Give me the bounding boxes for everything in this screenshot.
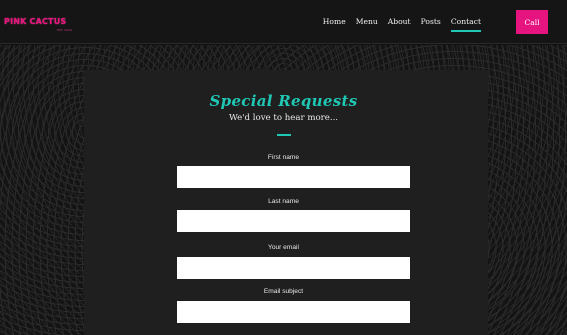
nav-link-about[interactable]: About bbox=[388, 17, 411, 26]
top-navigation-bar: PINK CACTUS EST. 2024 Home Menu About Po… bbox=[0, 0, 567, 44]
last-name-input[interactable] bbox=[177, 210, 410, 232]
call-button[interactable]: Call bbox=[516, 10, 548, 34]
email-subject-input[interactable] bbox=[177, 301, 410, 323]
form-subtitle: We'd love to hear more... bbox=[228, 113, 339, 123]
nav-link-home[interactable]: Home bbox=[323, 17, 346, 26]
first-name-input[interactable] bbox=[177, 166, 410, 188]
nav-link-posts[interactable]: Posts bbox=[421, 17, 441, 26]
logo-tagline: EST. 2024 bbox=[57, 28, 72, 32]
last-name-label: Last name bbox=[268, 198, 299, 205]
email-subject-label: Email subject bbox=[263, 288, 304, 295]
form-title: Special Requests bbox=[209, 92, 358, 110]
email-input[interactable] bbox=[177, 257, 410, 279]
nav-link-contact[interactable]: Contact bbox=[450, 17, 482, 32]
email-label: Your email bbox=[268, 244, 299, 251]
title-accent-line bbox=[277, 134, 291, 136]
first-name-label: First name bbox=[267, 154, 300, 161]
nav-link-menu[interactable]: Menu bbox=[356, 17, 378, 26]
site-logo[interactable]: PINK CACTUS bbox=[4, 17, 66, 26]
main-nav: Home Menu About Posts Contact bbox=[313, 17, 482, 32]
